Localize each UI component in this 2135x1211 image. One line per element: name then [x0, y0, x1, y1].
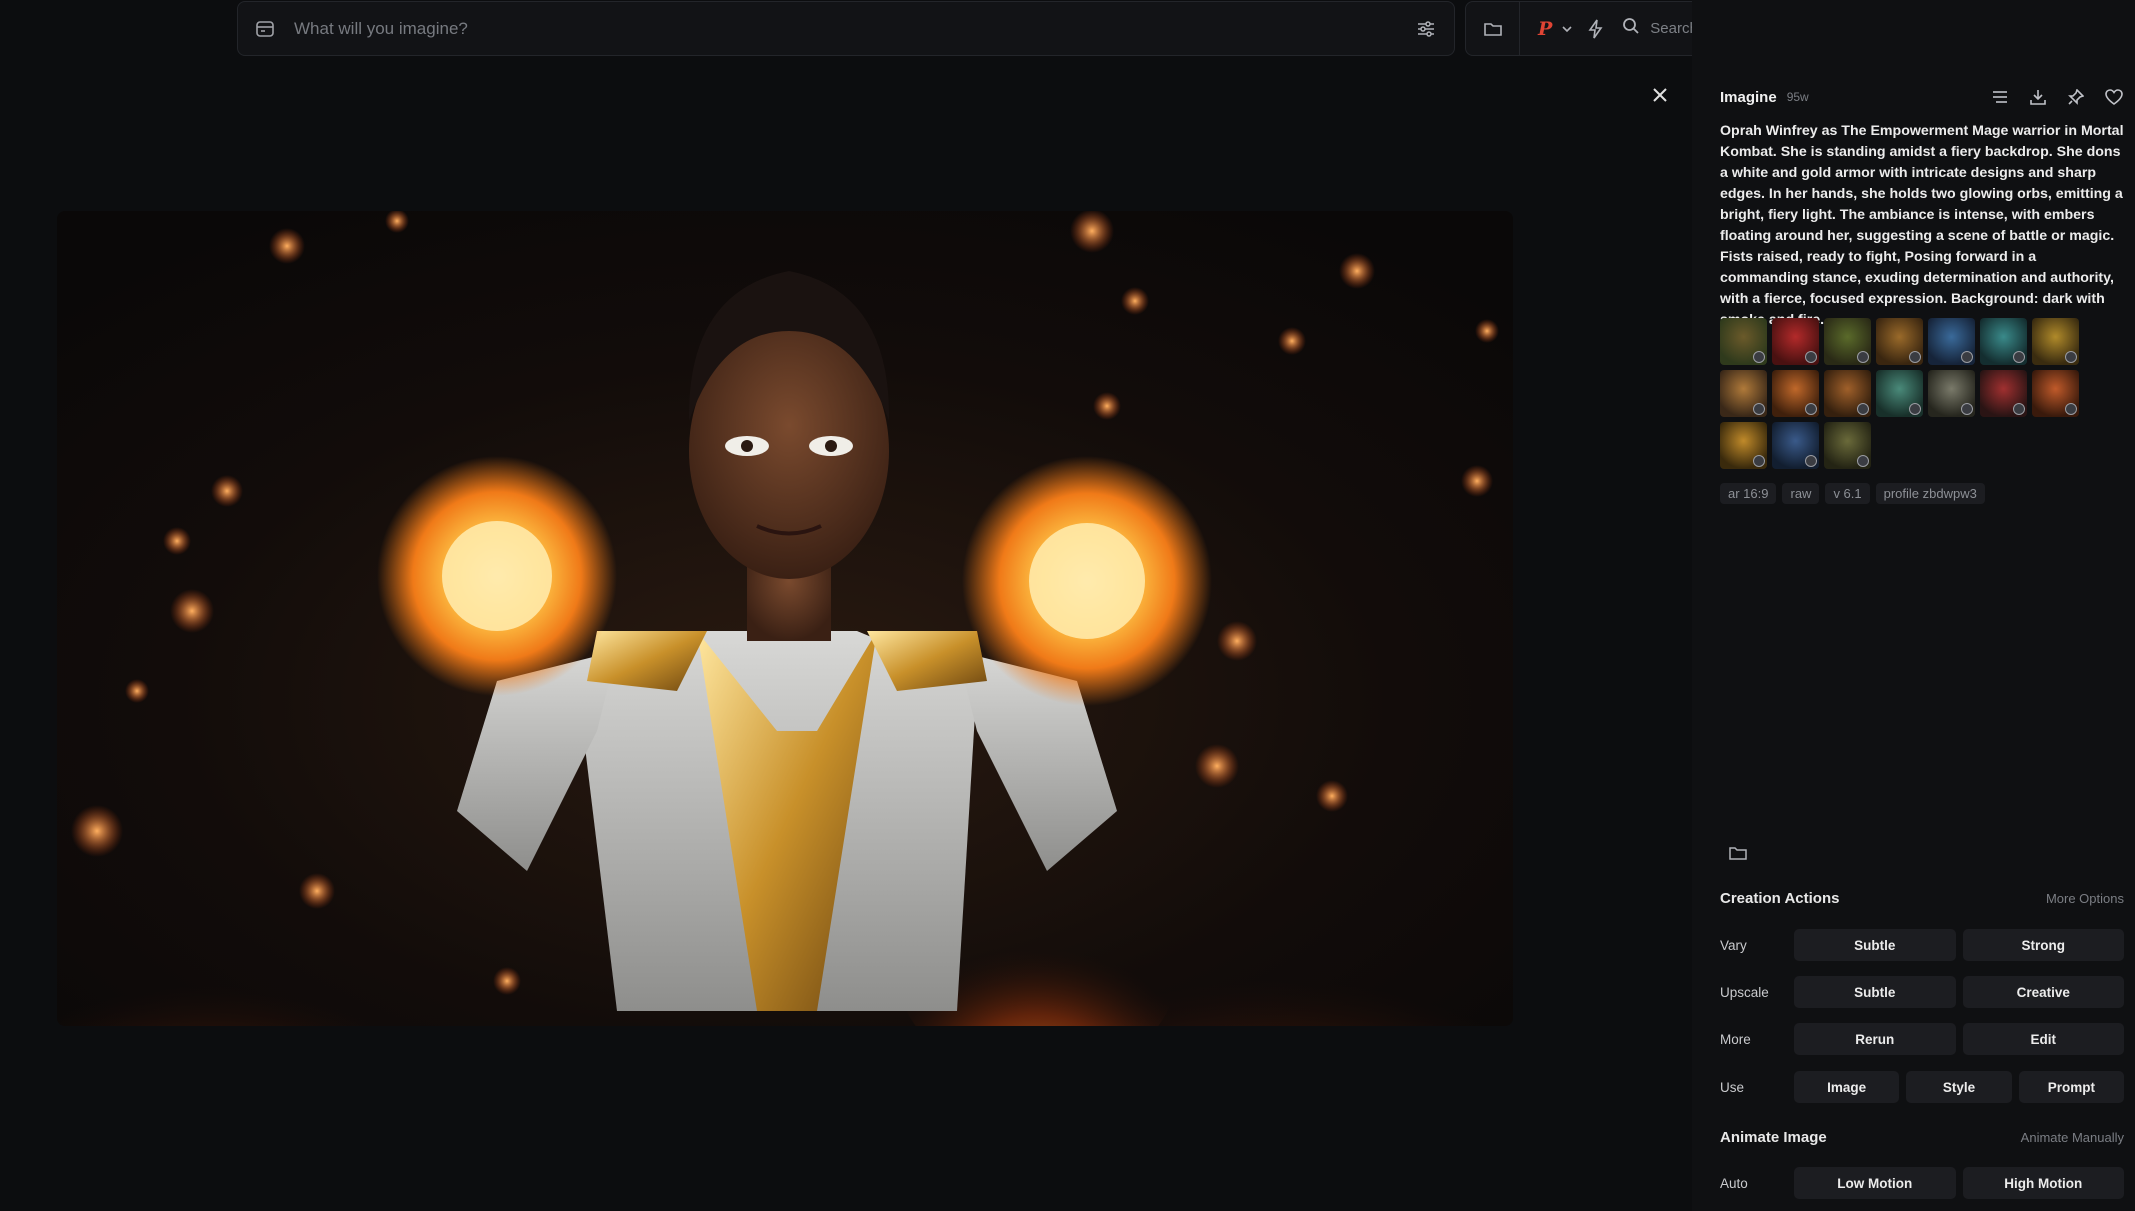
lightning-icon[interactable] [1588, 19, 1604, 39]
use-image-button[interactable]: Image [1794, 1071, 1900, 1103]
low-motion-button[interactable]: Low Motion [1794, 1167, 1956, 1199]
folder-icon[interactable] [1466, 2, 1520, 55]
reference-badge-icon [1753, 455, 1765, 467]
sliders-icon[interactable] [1414, 17, 1438, 41]
pin-icon[interactable] [2066, 87, 2086, 107]
use-prompt-button[interactable]: Prompt [2018, 1071, 2124, 1103]
more-row: More Rerun Edit [1720, 1023, 2124, 1055]
prompt-bar [237, 1, 1455, 56]
header-actions [1990, 87, 2124, 107]
reference-badge-icon [1753, 403, 1765, 415]
auto-label: Auto [1720, 1175, 1748, 1191]
heart-icon[interactable] [2104, 87, 2124, 107]
panel-header: Imagine 95w [1720, 86, 2124, 108]
reference-image-thumb[interactable] [1720, 370, 1767, 417]
reference-badge-icon [2013, 351, 2025, 363]
menu-icon[interactable] [1990, 87, 2010, 107]
rerun-button[interactable]: Rerun [1794, 1023, 1956, 1055]
reference-image-thumb[interactable] [1980, 370, 2027, 417]
reference-badge-icon [1857, 455, 1869, 467]
profile-selector[interactable]: P [1538, 18, 1572, 40]
reference-badge-icon [1909, 351, 1921, 363]
parameter-chip: profile zbdwpw3 [1875, 483, 1985, 504]
creation-actions-title: Creation Actions [1720, 890, 1840, 907]
upscale-row: Upscale Subtle Creative [1720, 976, 2124, 1008]
auto-row: Auto Low Motion High Motion [1720, 1167, 2124, 1199]
close-button[interactable] [1648, 85, 1672, 109]
animate-image-title: Animate Image [1720, 1129, 1827, 1146]
reference-badge-icon [1753, 351, 1765, 363]
reference-badge-icon [1961, 351, 1973, 363]
chevron-down-icon [1562, 20, 1572, 38]
reference-image-thumb[interactable] [1772, 318, 1819, 365]
reference-image-thumb[interactable] [1980, 318, 2027, 365]
parameter-chip: ar 16:9 [1720, 483, 1777, 504]
prompt-parameters: ar 16:9 raw v 6.1 profile zbdwpw3 [1720, 483, 1985, 504]
panel-age: 95w [1786, 90, 1809, 104]
reference-images [1720, 318, 2090, 469]
parameter-chip: v 6.1 [1825, 483, 1870, 504]
use-row: Use Image Style Prompt [1720, 1071, 2124, 1103]
reference-badge-icon [1805, 403, 1817, 415]
reference-image-thumb[interactable] [1876, 370, 1923, 417]
reference-image-thumb[interactable] [1824, 318, 1871, 365]
reference-badge-icon [2065, 351, 2077, 363]
high-motion-button[interactable]: High Motion [1962, 1167, 2124, 1199]
reference-image-thumb[interactable] [2032, 318, 2079, 365]
reference-image-thumb[interactable] [1824, 422, 1871, 469]
panel-title: Imagine [1720, 88, 1777, 106]
more-label: More [1720, 1031, 1751, 1047]
reference-image-thumb[interactable] [1720, 422, 1767, 469]
reference-image-thumb[interactable] [1928, 370, 1975, 417]
vary-label: Vary [1720, 937, 1747, 953]
upscale-subtle-button[interactable]: Subtle [1794, 976, 1956, 1008]
vary-strong-button[interactable]: Strong [1962, 929, 2124, 961]
reference-badge-icon [1961, 403, 1973, 415]
reference-image-thumb[interactable] [1928, 318, 1975, 365]
prompt-text[interactable]: Oprah Winfrey as The Empowerment Mage wa… [1720, 121, 2125, 331]
upscale-creative-button[interactable]: Creative [1962, 976, 2124, 1008]
reference-badge-icon [1805, 351, 1817, 363]
generated-image[interactable] [57, 211, 1513, 1026]
parameter-chip: raw [1782, 483, 1820, 504]
details-panel: Imagine 95w Oprah Winfrey as The Empower… [1692, 0, 2135, 1211]
reference-image-thumb[interactable] [1772, 422, 1819, 469]
reference-badge-icon [2065, 403, 2077, 415]
edit-button[interactable]: Edit [1962, 1023, 2124, 1055]
more-options-link[interactable]: More Options [2046, 891, 2124, 906]
reference-image-thumb[interactable] [1824, 370, 1871, 417]
upscale-label: Upscale [1720, 984, 1769, 1000]
profile-logo: P [1538, 17, 1553, 40]
vary-row: Vary Subtle Strong [1720, 929, 2124, 961]
reference-image-thumb[interactable] [1772, 370, 1819, 417]
use-label: Use [1720, 1079, 1745, 1095]
reference-image-thumb[interactable] [1876, 318, 1923, 365]
reference-badge-icon [1909, 403, 1921, 415]
reference-image-thumb[interactable] [1720, 318, 1767, 365]
reference-badge-icon [2013, 403, 2025, 415]
creation-actions-header: Creation Actions More Options [1720, 890, 2124, 907]
animate-manually-link[interactable]: Animate Manually [2021, 1130, 2124, 1145]
folder-icon[interactable] [1729, 845, 1747, 866]
reference-badge-icon [1805, 455, 1817, 467]
animate-image-header: Animate Image Animate Manually [1720, 1129, 2124, 1146]
imagine-icon[interactable] [254, 18, 276, 40]
reference-image-thumb[interactable] [2032, 370, 2079, 417]
download-icon[interactable] [2028, 87, 2048, 107]
close-icon [1653, 87, 1667, 107]
use-style-button[interactable]: Style [1906, 1071, 2012, 1103]
reference-badge-icon [1857, 403, 1869, 415]
vary-subtle-button[interactable]: Subtle [1794, 929, 1956, 961]
reference-badge-icon [1857, 351, 1869, 363]
generated-image-art [57, 211, 1513, 1026]
search-icon [1622, 17, 1640, 40]
prompt-input[interactable] [294, 18, 1414, 39]
